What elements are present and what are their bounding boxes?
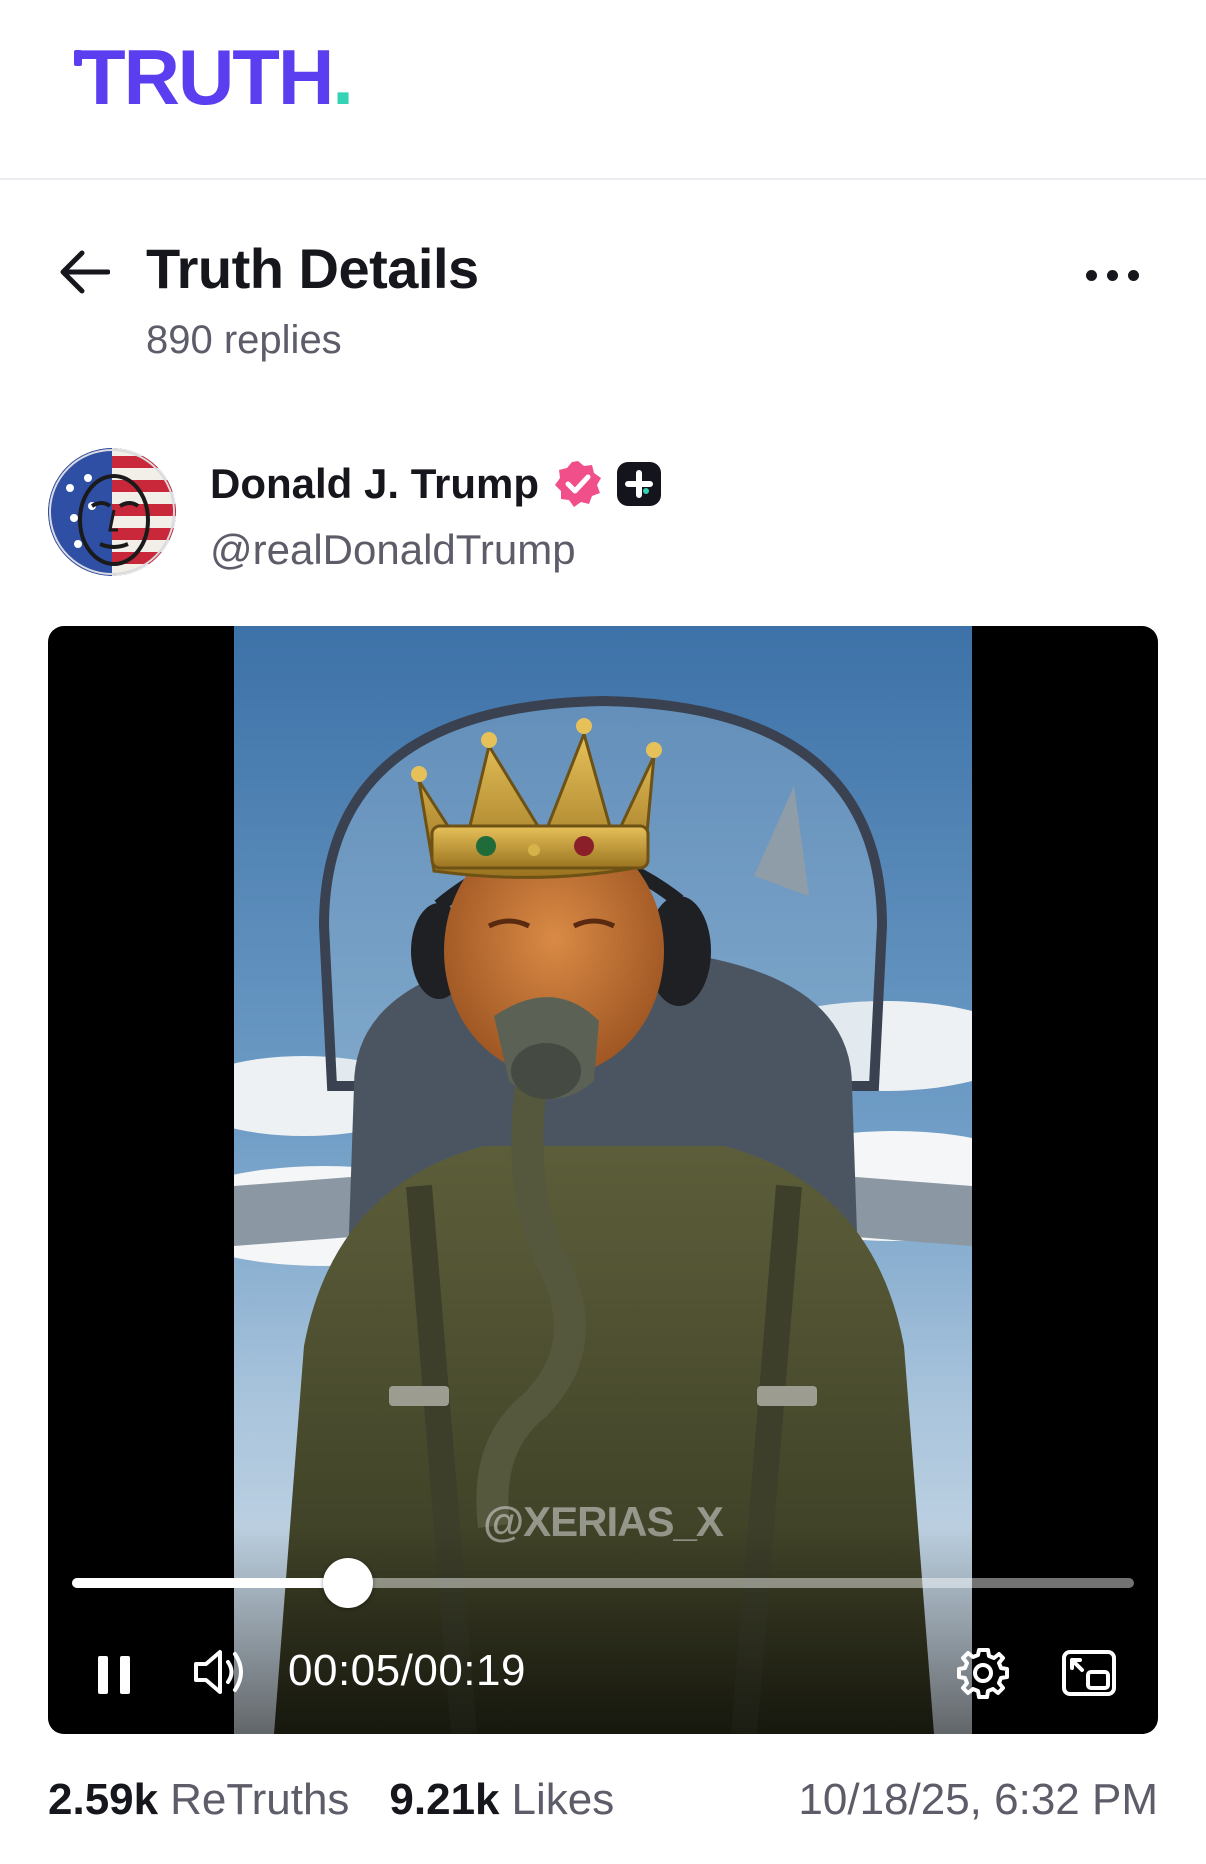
controls-overlay bbox=[48, 1526, 1158, 1734]
more-options-button[interactable] bbox=[1072, 252, 1152, 298]
truth-plus-icon bbox=[617, 462, 662, 506]
picture-in-picture-button[interactable] bbox=[1060, 1646, 1118, 1700]
avatar[interactable] bbox=[48, 448, 176, 576]
volume-button[interactable] bbox=[190, 1642, 252, 1702]
top-bar: TRUTH. bbox=[0, 0, 1206, 180]
retruths-label: ReTruths bbox=[170, 1775, 350, 1824]
video-progress-fill bbox=[72, 1578, 349, 1588]
current-time: 00:05 bbox=[288, 1646, 401, 1695]
plus-symbol bbox=[625, 470, 654, 498]
volume-icon bbox=[194, 1650, 243, 1694]
back-button[interactable] bbox=[52, 240, 116, 304]
picture-in-picture-icon bbox=[1062, 1650, 1116, 1696]
more-dot bbox=[1106, 269, 1118, 281]
duration: 00:19 bbox=[413, 1646, 526, 1695]
retruths-stat[interactable]: 2.59k ReTruths bbox=[48, 1775, 349, 1825]
logo-text: TRUTH bbox=[78, 33, 334, 121]
reply-count[interactable]: 890 replies bbox=[146, 318, 342, 363]
truth-logo[interactable]: TRUTH. bbox=[74, 38, 354, 116]
pause-button[interactable] bbox=[90, 1640, 144, 1704]
video-progress-thumb[interactable] bbox=[323, 1558, 374, 1608]
likes-count: 9.21k bbox=[389, 1775, 500, 1824]
settings-button[interactable] bbox=[954, 1644, 1012, 1702]
likes-stat[interactable]: 9.21k Likes bbox=[389, 1775, 614, 1825]
more-horizontal-icon bbox=[1085, 269, 1097, 281]
logo-tick bbox=[74, 50, 82, 66]
truth-details-page: TRUTH. Truth Details 890 replies Donald … bbox=[0, 0, 1206, 1864]
arrow-left-icon bbox=[60, 250, 110, 294]
author-name[interactable]: Donald J. Trump bbox=[210, 460, 539, 508]
video-progress-bar[interactable] bbox=[72, 1558, 1134, 1608]
post-stats: 2.59k ReTruths 9.21k Likes 10/18/25, 6:3… bbox=[48, 1770, 1158, 1830]
more-dot bbox=[1127, 269, 1139, 281]
time-separator: / bbox=[400, 1646, 414, 1695]
video-time: 00:05/00:19 bbox=[288, 1646, 526, 1696]
author-handle[interactable]: @realDonaldTrump bbox=[210, 526, 576, 574]
logo-dot: . bbox=[332, 33, 354, 121]
pause-icon bbox=[98, 1656, 130, 1694]
post-timestamp: 10/18/25, 6:32 PM bbox=[798, 1775, 1158, 1824]
avatar-image bbox=[48, 448, 176, 576]
settings-icon bbox=[957, 1648, 1009, 1699]
likes-label: Likes bbox=[511, 1775, 615, 1824]
video-player[interactable]: @XERIAS_X 00:05/00:19 bbox=[48, 626, 1158, 1734]
verified-badge-icon bbox=[555, 461, 602, 507]
retruths-count: 2.59k bbox=[48, 1775, 159, 1824]
author-name-row: Donald J. Trump bbox=[210, 456, 662, 512]
page-title: Truth Details bbox=[146, 237, 479, 300]
